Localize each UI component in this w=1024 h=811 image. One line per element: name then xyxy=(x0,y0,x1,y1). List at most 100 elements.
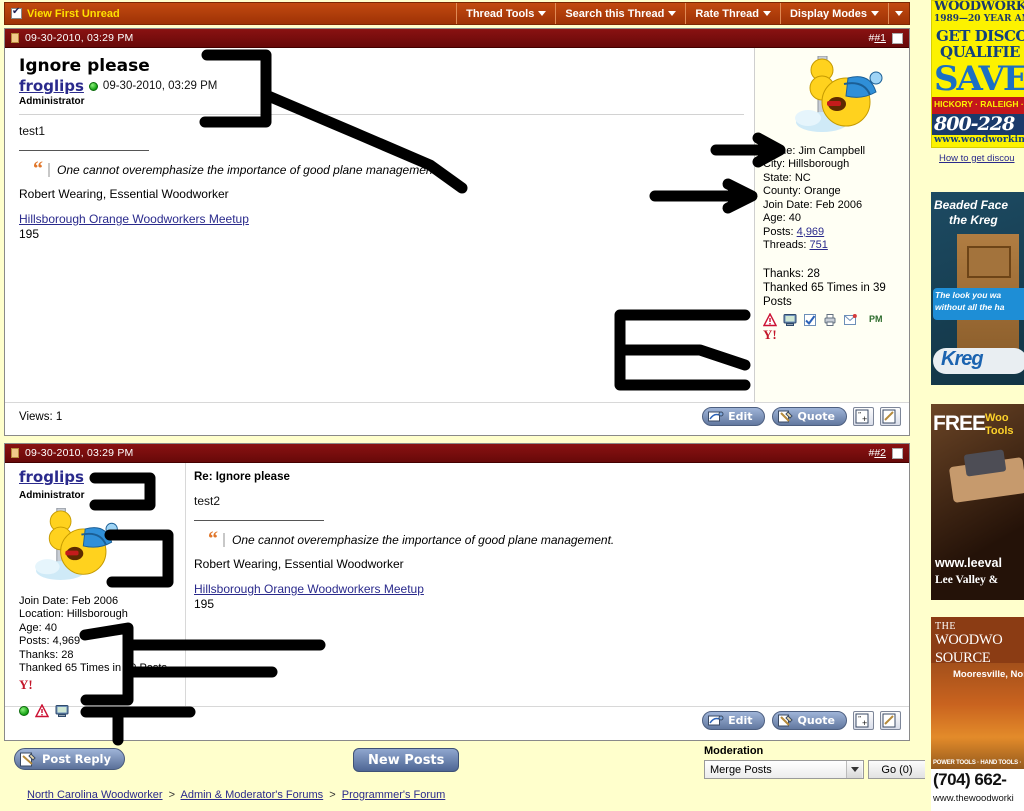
rate-thread-label: Rate Thread xyxy=(695,7,759,20)
moderation-go-button[interactable]: Go (0) xyxy=(868,760,926,779)
post-2-signature-link[interactable]: Hillsborough Orange Woodworkers Meetup xyxy=(194,582,899,596)
computer-homepage-icon[interactable] xyxy=(55,704,69,718)
avatar-image xyxy=(795,55,883,132)
post-1-select-checkbox[interactable] xyxy=(892,32,903,44)
caret-glyph xyxy=(850,767,859,772)
the-woodworking-source-ad[interactable]: THE WOODWO SOURCE Mooresville, Nor POWER… xyxy=(931,617,1024,811)
breadcrumb-item-programmers-forum[interactable]: Programmer's Forum xyxy=(342,789,446,801)
post-1-footer: Views: 1 Edit Quote ” + xyxy=(5,402,909,431)
rate-thread-menu[interactable]: Rate Thread xyxy=(685,3,780,24)
quote-button[interactable]: Quote xyxy=(771,407,847,426)
post-2-message: test2 xyxy=(194,494,221,508)
post-1-signature-link[interactable]: Hillsborough Orange Woodworkers Meetup xyxy=(19,212,744,226)
edit-button-label: Edit xyxy=(728,410,753,423)
thread-tools-menu[interactable]: Thread Tools xyxy=(456,3,555,24)
post-1-info-threads: Threads: 751 xyxy=(763,239,903,253)
ad3-logo: Lee Valley & xyxy=(935,574,999,586)
quote-bar xyxy=(223,533,225,547)
moderation-select[interactable]: Merge Posts xyxy=(704,760,864,779)
posts-count-link[interactable]: 4,969 xyxy=(797,226,825,238)
advertisement-sidebar: WOODWORKING 1989—20 YEAR ANNIVE GET DISC… xyxy=(925,0,1024,811)
find-posts-icon[interactable] xyxy=(803,313,817,327)
post-2-number[interactable]: ##2 xyxy=(868,447,886,459)
lee-valley-free-catalog-ad[interactable]: FREE Woo Tools www.leeval Lee Valley & xyxy=(931,404,1024,600)
breadcrumb-separator: > xyxy=(168,789,176,801)
thread-tools-label: Thread Tools xyxy=(466,7,535,20)
info-value: Hillsborough xyxy=(788,158,850,170)
post-1-author-link[interactable]: froglips xyxy=(19,77,84,95)
breadcrumb-item-admin-forums[interactable]: Admin & Moderator's Forums xyxy=(180,789,323,801)
ad2-line-2: the Kreg xyxy=(949,213,998,227)
multi-quote-button[interactable]: ” + xyxy=(853,407,874,426)
post-1-info-city: City: Hillsborough xyxy=(763,158,903,172)
threads-count-link[interactable]: 751 xyxy=(809,239,827,251)
multi-quote-button[interactable]: ” + xyxy=(853,711,874,730)
post-reply-button[interactable]: Post Reply xyxy=(14,748,125,770)
report-warning-icon[interactable] xyxy=(35,704,49,718)
info-label: City: xyxy=(763,158,785,170)
reply-with-quote-button[interactable] xyxy=(880,407,901,426)
edit-button[interactable]: Edit xyxy=(702,711,765,730)
info-label: State: xyxy=(763,171,792,184)
kreg-beaded-face-frame-ad[interactable]: Beaded Face the Kreg The look you wa wit… xyxy=(931,192,1024,385)
chevron-down-icon xyxy=(668,11,677,16)
avatar-image xyxy=(35,507,118,580)
new-posts-button[interactable]: New Posts xyxy=(353,748,460,772)
moderation-go-label: Go (0) xyxy=(881,763,913,776)
info-value: 40 xyxy=(44,621,57,634)
checkbox-icon[interactable] xyxy=(11,6,22,19)
more-menu[interactable] xyxy=(888,3,909,24)
chevron-down-icon xyxy=(762,11,771,16)
post-2-signature-quote: “ One cannot overemphasize the importanc… xyxy=(208,528,899,550)
yahoo-messenger-icon[interactable]: Y! xyxy=(19,677,33,692)
post-2-header: 09-30-2010, 03:29 PM ##2 xyxy=(5,444,909,463)
woodworking-source-discount-ad[interactable]: WOODWORKING 1989—20 YEAR ANNIVE GET DISC… xyxy=(931,0,1024,148)
ad4-phone: (704) 662- xyxy=(933,770,1007,789)
quote-button[interactable]: Quote xyxy=(771,711,847,730)
computer-homepage-icon[interactable] xyxy=(783,313,797,327)
page-title: Ignore please xyxy=(19,56,150,76)
report-warning-icon[interactable] xyxy=(763,312,777,327)
chevron-down-icon xyxy=(895,11,903,16)
email-icon[interactable] xyxy=(843,313,857,327)
reply-with-quote-button[interactable] xyxy=(880,711,901,730)
breadcrumb-item-forum-root[interactable]: North Carolina Woodworker xyxy=(27,789,163,801)
post-1-thanked-count: Thanked 65 Times in 39 Posts xyxy=(763,281,886,308)
page-root: View First Unread Thread Tools Search th… xyxy=(0,0,1024,811)
info-label: Name: xyxy=(763,144,796,157)
ad4-line-3: SOURCE xyxy=(935,650,991,666)
post-2-signature-rule xyxy=(194,520,324,521)
print-icon[interactable] xyxy=(823,313,837,327)
ad1-line-5: SAVE xyxy=(934,59,1024,99)
yahoo-messenger-icon[interactable]: Y! xyxy=(763,328,777,341)
post-2-select-checkbox[interactable] xyxy=(892,447,903,459)
post-2-thanked-count: Thanked 65 Times in 39 Posts xyxy=(19,662,167,674)
post-1-number[interactable]: ##1 xyxy=(868,32,886,44)
edit-button[interactable]: Edit xyxy=(702,407,765,426)
view-first-unread-button[interactable]: View First Unread xyxy=(5,3,456,24)
post-1-signature-number: 195 xyxy=(19,227,40,241)
post-1-signature-quote: “ One cannot overemphasize the importanc… xyxy=(33,159,744,179)
ad4-line-2: WOODWO xyxy=(935,632,1003,648)
post-reply-icon xyxy=(20,752,36,766)
private-message-icon[interactable]: PM xyxy=(869,313,883,327)
display-modes-menu[interactable]: Display Modes xyxy=(779,3,888,24)
search-this-thread-menu[interactable]: Search this Thread xyxy=(555,3,685,24)
svg-text:”: ” xyxy=(858,411,861,419)
ad1-line-1: WOODWORKING xyxy=(934,0,1024,14)
ad1-line-8: www.woodworkin xyxy=(934,134,1024,145)
post-2-info-thanks: Thanks: 28 xyxy=(19,649,179,663)
online-status-icon xyxy=(19,706,29,716)
ad1-caption-link[interactable]: How to get discou xyxy=(939,153,1015,164)
quote-mark-icon: “ xyxy=(208,528,218,550)
post-2-quote-text: One cannot overemphasize the importance … xyxy=(232,533,615,547)
info-value: 4,969 xyxy=(52,635,81,647)
bottom-action-bar: Post Reply New Posts Moderation Merge Po… xyxy=(4,745,926,785)
post-1-header: 09-30-2010, 03:29 PM ##1 xyxy=(5,29,909,48)
new-posts-label: New Posts xyxy=(368,752,445,768)
post-2-author-link[interactable]: froglips xyxy=(19,468,84,486)
chevron-down-icon[interactable] xyxy=(846,761,862,778)
edit-button-label: Edit xyxy=(728,714,753,727)
quote-icon xyxy=(777,714,793,727)
ad2-line-3: The look you wa xyxy=(935,290,1002,300)
